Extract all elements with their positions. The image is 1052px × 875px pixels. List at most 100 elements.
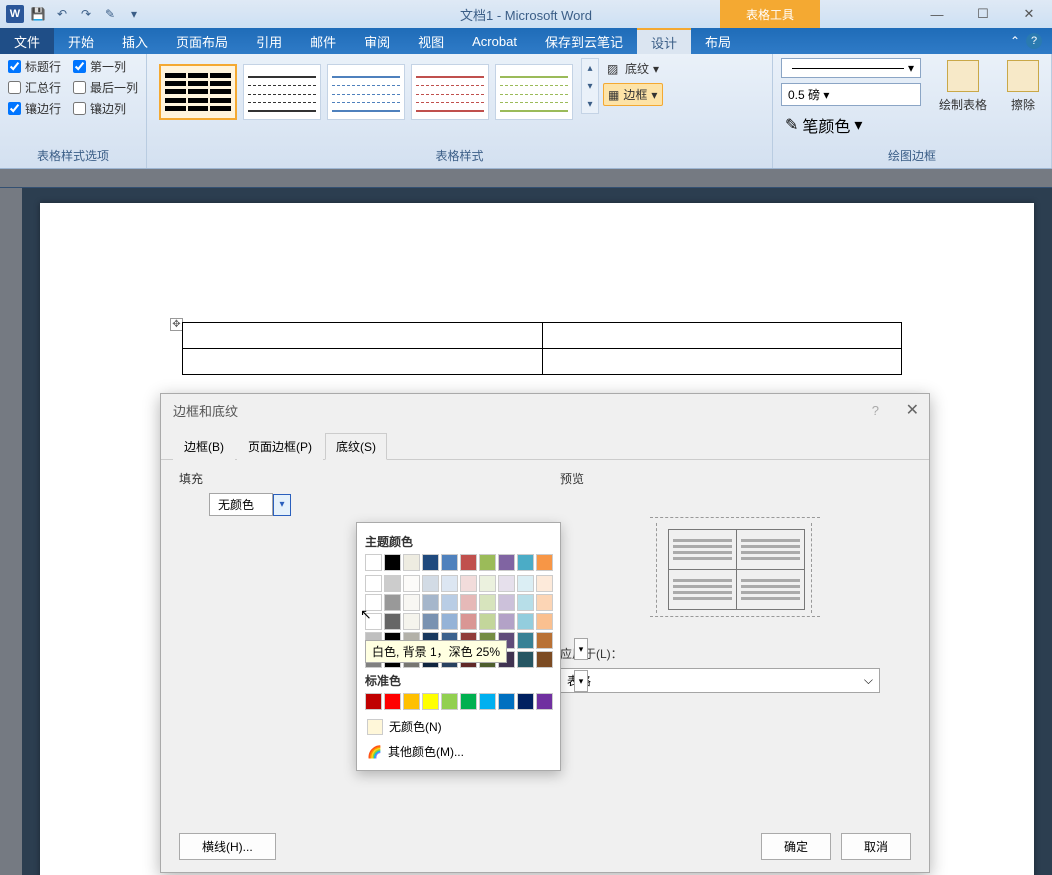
maximize-button[interactable]: ☐ xyxy=(960,0,1006,28)
color-swatch[interactable] xyxy=(536,632,553,649)
more-colors-item[interactable]: 🌈其他颜色(M)... xyxy=(365,739,552,764)
pen-style-select[interactable]: ▾ xyxy=(781,58,921,78)
brush-icon[interactable]: ✎ xyxy=(100,4,120,24)
shading-button[interactable]: ▨底纹▾ xyxy=(603,58,663,79)
undo-icon[interactable]: ↶ xyxy=(52,4,72,24)
tab-insert[interactable]: 插入 xyxy=(108,28,162,54)
color-swatch[interactable] xyxy=(536,613,553,630)
color-swatch[interactable] xyxy=(422,693,439,710)
color-swatch[interactable] xyxy=(403,575,420,592)
color-swatch[interactable] xyxy=(460,594,477,611)
color-swatch[interactable] xyxy=(422,594,439,611)
minimize-button[interactable]: — xyxy=(914,0,960,28)
document-table[interactable] xyxy=(182,322,902,375)
table-style-1[interactable] xyxy=(159,64,237,120)
color-swatch[interactable] xyxy=(441,554,458,571)
color-swatch[interactable] xyxy=(384,554,401,571)
dialog-tab-page-border[interactable]: 页面边框(P) xyxy=(237,433,323,460)
color-swatch[interactable] xyxy=(517,554,534,571)
color-swatch[interactable] xyxy=(479,693,496,710)
color-swatch[interactable] xyxy=(498,693,515,710)
color-swatch[interactable] xyxy=(460,575,477,592)
color-swatch[interactable] xyxy=(498,554,515,571)
tab-view[interactable]: 视图 xyxy=(404,28,458,54)
redo-icon[interactable]: ↷ xyxy=(76,4,96,24)
color-swatch[interactable] xyxy=(384,594,401,611)
dialog-title-bar[interactable]: 边框和底纹 ? ✕ xyxy=(161,394,929,426)
color-swatch[interactable] xyxy=(441,575,458,592)
color-swatch[interactable] xyxy=(536,651,553,668)
tab-layout[interactable]: 布局 xyxy=(691,28,745,54)
color-swatch[interactable] xyxy=(365,613,382,630)
check-total-row[interactable]: 汇总行 xyxy=(8,79,61,96)
color-swatch[interactable] xyxy=(479,613,496,630)
color-swatch[interactable] xyxy=(441,594,458,611)
horizontal-line-button[interactable]: 横线(H)... xyxy=(179,833,276,860)
check-first-col[interactable]: 第一列 xyxy=(73,58,126,75)
color-swatch[interactable] xyxy=(517,632,534,649)
color-swatch[interactable] xyxy=(517,613,534,630)
color-swatch[interactable] xyxy=(517,575,534,592)
tab-home[interactable]: 开始 xyxy=(54,28,108,54)
table-style-5[interactable] xyxy=(495,64,573,120)
vertical-ruler[interactable] xyxy=(0,188,22,875)
color-swatch[interactable] xyxy=(441,613,458,630)
color-swatch[interactable] xyxy=(403,554,420,571)
color-swatch[interactable] xyxy=(498,575,515,592)
horizontal-ruler[interactable] xyxy=(0,169,1052,187)
draw-table-button[interactable]: 绘制表格 xyxy=(935,58,991,115)
fill-color-value[interactable]: 无颜色 xyxy=(209,493,273,516)
color-swatch[interactable] xyxy=(365,693,382,710)
no-color-item[interactable]: 无颜色(N) xyxy=(365,714,552,739)
color-swatch[interactable] xyxy=(422,554,439,571)
color-swatch[interactable] xyxy=(536,594,553,611)
color-swatch[interactable] xyxy=(460,554,477,571)
tab-acrobat[interactable]: Acrobat xyxy=(458,28,531,54)
color-swatch[interactable] xyxy=(422,575,439,592)
table-style-2[interactable] xyxy=(243,64,321,120)
pattern-style-dropdown[interactable]: ▾ xyxy=(574,638,588,660)
color-swatch[interactable] xyxy=(536,693,553,710)
borders-button[interactable]: ▦边框▾ xyxy=(603,83,663,106)
color-swatch[interactable] xyxy=(536,554,553,571)
qat-dropdown-icon[interactable]: ▾ xyxy=(124,4,144,24)
color-swatch[interactable] xyxy=(422,613,439,630)
dialog-tab-shading[interactable]: 底纹(S) xyxy=(325,433,387,460)
color-swatch[interactable] xyxy=(403,693,420,710)
tab-file[interactable]: 文件 xyxy=(0,28,54,54)
tab-references[interactable]: 引用 xyxy=(242,28,296,54)
tab-design[interactable]: 设计 xyxy=(637,28,691,54)
color-swatch[interactable] xyxy=(517,693,534,710)
color-swatch[interactable] xyxy=(365,554,382,571)
save-icon[interactable]: 💾 xyxy=(28,4,48,24)
ribbon-help[interactable]: ⌃? xyxy=(1000,28,1052,54)
tab-savecloud[interactable]: 保存到云笔记 xyxy=(531,28,637,54)
dialog-help-icon[interactable]: ? xyxy=(872,403,879,418)
color-swatch[interactable] xyxy=(479,554,496,571)
color-swatch[interactable] xyxy=(403,594,420,611)
table-style-3[interactable] xyxy=(327,64,405,120)
check-banded-rows[interactable]: 镶边行 xyxy=(8,100,61,117)
apply-to-select[interactable]: 表格⌵ xyxy=(560,668,880,693)
table-style-4[interactable] xyxy=(411,64,489,120)
tab-review[interactable]: 审阅 xyxy=(350,28,404,54)
color-swatch[interactable] xyxy=(498,594,515,611)
table-style-expand[interactable]: ▴▾▾ xyxy=(581,58,599,114)
eraser-button[interactable]: 擦除 xyxy=(1003,58,1043,115)
tab-pagelayout[interactable]: 页面布局 xyxy=(162,28,242,54)
fill-color-dropdown-icon[interactable]: ▾ xyxy=(273,494,291,516)
color-swatch[interactable] xyxy=(536,575,553,592)
color-swatch[interactable] xyxy=(479,575,496,592)
check-last-col[interactable]: 最后一列 xyxy=(73,79,138,96)
pen-weight-select[interactable]: 0.5 磅 ▾ xyxy=(781,83,921,106)
color-swatch[interactable] xyxy=(365,594,382,611)
color-swatch[interactable] xyxy=(498,613,515,630)
color-swatch[interactable] xyxy=(441,693,458,710)
color-swatch[interactable] xyxy=(403,613,420,630)
pattern-color-dropdown[interactable]: ▾ xyxy=(574,670,588,692)
color-swatch[interactable] xyxy=(517,594,534,611)
color-swatch[interactable] xyxy=(384,693,401,710)
pen-color-button[interactable]: ✎笔颜色 ▾ xyxy=(781,111,921,139)
ok-button[interactable]: 确定 xyxy=(761,833,831,860)
color-swatch[interactable] xyxy=(384,575,401,592)
